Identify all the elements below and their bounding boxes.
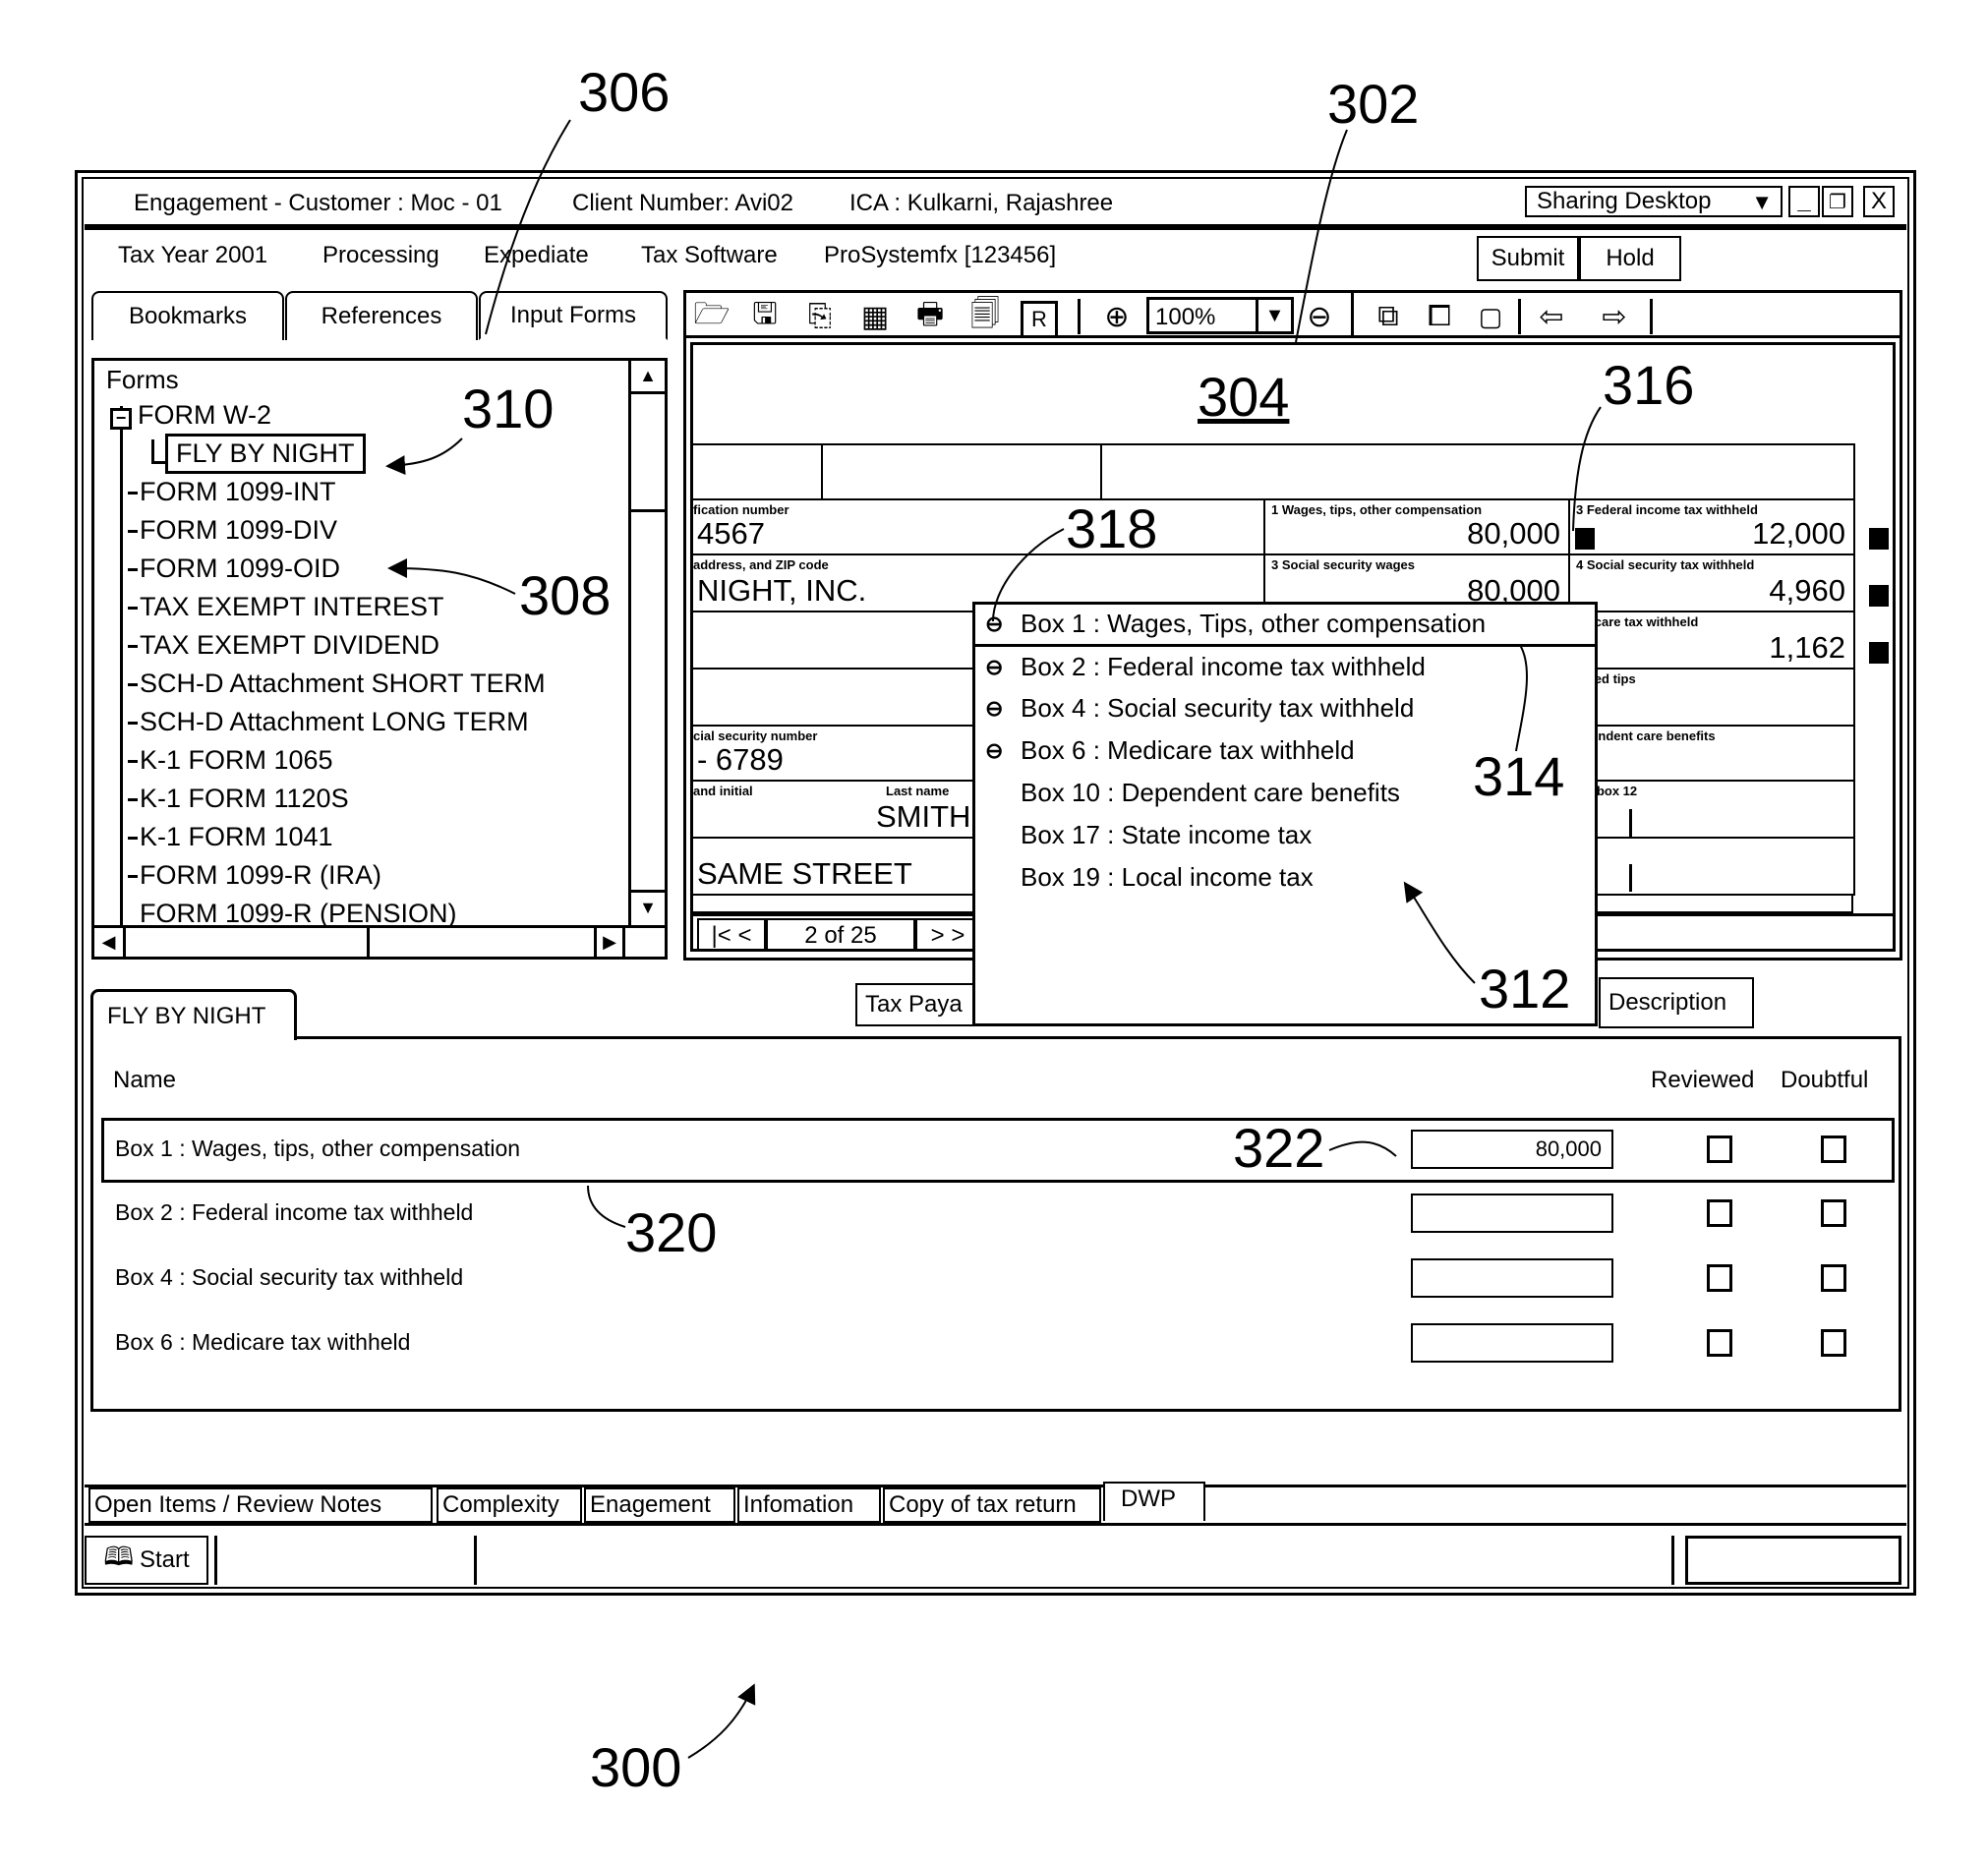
leader-306 [485,119,571,335]
leader-lines [385,119,1602,1759]
leader-320 [587,1185,626,1228]
leader-318 [992,528,1065,622]
leader-316 [1572,406,1602,532]
leader-302 [1295,129,1348,343]
leader-300 [687,1683,756,1759]
tab-fly-by-night[interactable]: FLY BY NIGHT [90,989,297,1040]
leader-322 [1328,1140,1397,1157]
leader-310 [385,437,463,476]
leader-314 [1515,644,1529,752]
leader-312 [1403,881,1476,984]
leader-308 [387,558,516,595]
